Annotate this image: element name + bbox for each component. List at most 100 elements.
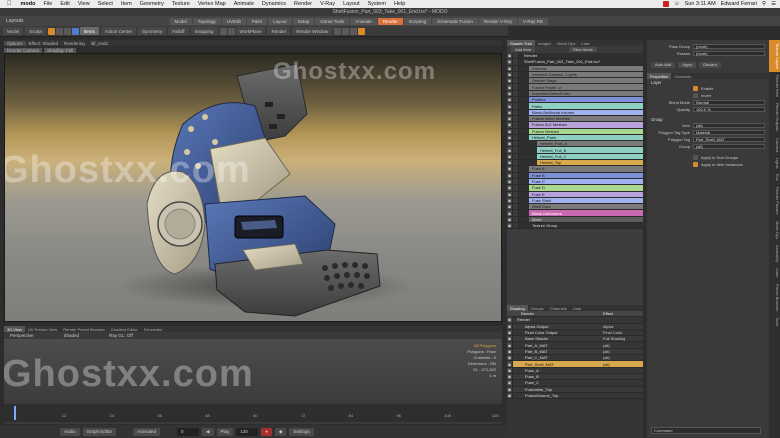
menu-render[interactable]: Render — [290, 1, 316, 7]
lock-icon[interactable] — [513, 78, 519, 84]
tab-shading-lists[interactable]: Lists — [570, 305, 584, 311]
tab-render-preset-browser[interactable]: Render Preset Browser — [60, 326, 108, 332]
lock-icon[interactable] — [513, 178, 519, 185]
passes-dropdown[interactable]: (none) — [693, 51, 765, 56]
menu-geometry[interactable]: Geometry — [136, 1, 168, 7]
falloff-button[interactable]: Falloff — [168, 27, 189, 35]
record-button-icon[interactable]: ● — [261, 427, 272, 436]
filter-items-button[interactable]: Filter Items — [569, 47, 597, 52]
snap-icon[interactable] — [227, 27, 235, 35]
grid-icon[interactable] — [219, 27, 227, 35]
layouts-label[interactable]: Layouts — [0, 18, 30, 24]
blend-mode-dropdown[interactable]: Normal — [693, 100, 765, 105]
enable-checkbox[interactable] — [693, 86, 698, 91]
lock-icon[interactable] — [513, 204, 519, 210]
tab-lists[interactable]: Lists — [578, 40, 592, 46]
sculpt-mode-button[interactable]: Sculpt — [25, 27, 46, 35]
side-tab-texture-layers[interactable]: Texture Layers — [769, 40, 780, 73]
lock-icon[interactable] — [513, 197, 519, 204]
animated-dropdown[interactable]: Animated — [133, 427, 161, 436]
lock-icon[interactable] — [513, 90, 519, 97]
layout-tab-game-tools[interactable]: Game Tools — [315, 17, 350, 25]
lock-icon[interactable] — [513, 59, 519, 65]
lock-icon[interactable] — [513, 223, 519, 229]
action-center-button[interactable]: Action Center — [100, 27, 137, 35]
layout-tab-layout[interactable]: Layout — [268, 17, 292, 25]
preview-icon[interactable] — [334, 27, 342, 35]
render-window-button[interactable]: Render Window — [292, 27, 333, 35]
end-frame-field[interactable]: 120 — [236, 427, 259, 436]
shading-row[interactable]: ◉ FusionSource_Top — [507, 392, 643, 400]
side-tab-render-outputs[interactable]: Render Outputs — [769, 100, 780, 134]
tab-shader-tree[interactable]: Shader Tree — [507, 40, 536, 46]
menu-dynamics[interactable]: Dynamics — [258, 1, 290, 7]
side-tab-tools[interactable]: Tools — [769, 314, 780, 329]
tab-uv-texture-view[interactable]: UV Texture View — [25, 326, 60, 332]
lock-icon[interactable] — [513, 84, 519, 90]
lock-icon[interactable] — [513, 166, 519, 172]
small-3d-viewport[interactable]: Ghostxx.com All Polygons Polygons : Face… — [4, 339, 502, 403]
step-back-icon[interactable]: ◀ — [202, 427, 214, 436]
apple-icon[interactable]:  — [0, 1, 17, 7]
items-button[interactable]: Items — [79, 27, 99, 35]
viewport-effect[interactable]: Effect: Shaded — [26, 41, 61, 46]
tab-gradient-editor[interactable]: Gradient Editor — [108, 326, 141, 332]
settings-button[interactable]: Settings — [289, 427, 314, 436]
tab-prop-channels[interactable]: Channels — [671, 73, 694, 79]
item-dropdown[interactable]: (all) — [693, 123, 765, 128]
layout-tab-schematic-fusion[interactable]: Schematic Fusion — [432, 17, 478, 25]
select-materials-icon[interactable] — [71, 27, 79, 35]
audio-button[interactable]: Audio — [60, 427, 80, 436]
side-tab-lights[interactable]: Lights — [769, 155, 780, 172]
menu-help[interactable]: Help — [390, 1, 409, 7]
apply-sub-groups-checkbox[interactable] — [693, 155, 698, 160]
side-tab-camera[interactable]: Camera — [769, 135, 780, 155]
side-tab-render-passes[interactable]: Render Passes — [769, 184, 780, 217]
user-name[interactable]: Edward Ferrari — [721, 1, 757, 7]
view-shaded[interactable]: Shaded — [64, 333, 80, 338]
command-input[interactable]: Command — [651, 427, 761, 434]
layout-tab-vray-rb[interactable]: V-Ray RB — [518, 17, 548, 25]
lock-icon[interactable] — [513, 153, 519, 160]
record-icon[interactable] — [662, 1, 669, 7]
lock-icon[interactable] — [513, 147, 519, 153]
symmetry-button[interactable]: Symmetry — [138, 27, 167, 35]
side-tab-mesh-ops[interactable]: Mesh Ops — [769, 218, 780, 242]
layout-tab-animate[interactable]: Animate — [350, 17, 377, 25]
invert-checkbox[interactable] — [693, 93, 698, 98]
view-raygl[interactable]: Ray GL: Off — [109, 333, 133, 338]
snapping-button[interactable]: Snapping — [190, 27, 218, 35]
graph-editor-button[interactable]: Graph Editor — [82, 427, 117, 436]
lock-icon[interactable] — [513, 141, 519, 147]
lock-icon[interactable] — [513, 65, 519, 71]
tab-groups[interactable]: Groups — [528, 305, 547, 311]
lock-icon[interactable] — [513, 185, 519, 191]
select-edges-icon[interactable] — [55, 27, 63, 35]
current-frame-field[interactable]: 0 — [177, 427, 200, 436]
lock-icon[interactable] — [513, 109, 519, 115]
menu-vray[interactable]: V-Ray — [316, 1, 339, 7]
apply-instances-checkbox[interactable] — [693, 162, 698, 167]
app-menu[interactable]: modo — [17, 1, 40, 7]
tab-3d-view[interactable]: 3D View — [4, 326, 25, 332]
select-vertices-icon[interactable] — [47, 27, 55, 35]
lock-icon[interactable] — [513, 115, 519, 122]
lock-icon[interactable] — [513, 128, 519, 134]
viewport-end[interactable]: ldf_end2 — [88, 41, 111, 46]
viewport-rendering[interactable]: Rendering — [61, 41, 88, 46]
timeline-ruler[interactable]: 0 12 24 36 48 60 72 84 96 108 120 — [4, 404, 502, 422]
key-icon[interactable]: ◆ — [275, 427, 287, 436]
menu-view[interactable]: View — [74, 1, 94, 7]
menu-select[interactable]: Select — [94, 1, 117, 7]
view-perspective[interactable]: Perspective — [10, 333, 34, 338]
clock[interactable]: Sun 3:11 AM — [685, 1, 716, 7]
lock-icon[interactable] — [513, 103, 519, 109]
tab-schematic[interactable]: Schematic — [141, 326, 166, 332]
lock-icon[interactable] — [513, 172, 519, 178]
layout-tab-paint[interactable]: Paint — [246, 17, 268, 25]
menu-file[interactable]: File — [39, 1, 56, 7]
workplane-button[interactable]: WorkPlane — [235, 27, 266, 35]
camera-icon[interactable] — [342, 27, 350, 35]
side-tab-assembly[interactable]: Assembly — [769, 242, 780, 265]
viewport-options[interactable]: Options — [4, 40, 26, 46]
